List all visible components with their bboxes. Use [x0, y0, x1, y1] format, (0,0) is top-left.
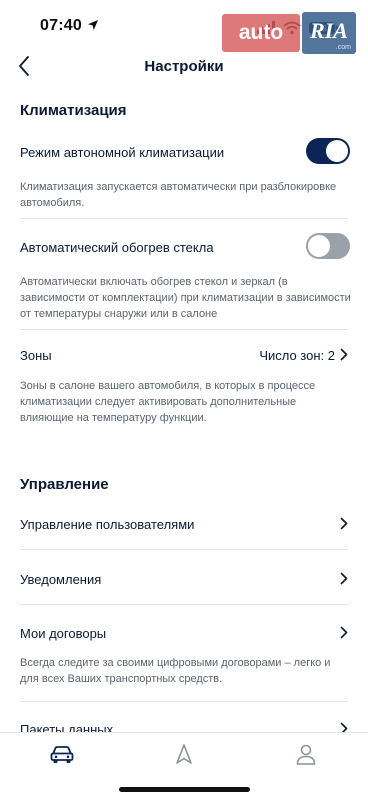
navigation-icon[interactable] — [171, 743, 197, 765]
home-indicator — [119, 787, 250, 792]
chevron-right-icon — [340, 626, 348, 639]
divider — [20, 329, 348, 330]
zones-label: Зоны — [20, 348, 52, 363]
zones-description: Зоны в салоне вашего автомобиля, в котор… — [20, 380, 316, 424]
watermark-auto: auto — [222, 14, 300, 52]
chevron-right-icon — [340, 517, 348, 530]
status-time: 07:40 — [40, 17, 82, 34]
divider — [20, 701, 348, 702]
page-title: Настройки — [144, 58, 224, 75]
autonomous-climate-description: Климатизация запускается автоматически п… — [20, 181, 337, 209]
zones-value: Число зон: 2 — [259, 348, 335, 363]
autonomous-climate-toggle[interactable] — [306, 138, 350, 164]
profile-icon[interactable] — [293, 743, 319, 765]
glass-heating-label: Автоматический обогрев стекла — [20, 240, 214, 255]
autonomous-climate-label: Режим автономной климатизации — [20, 145, 225, 160]
section-title-climate: Климатизация — [20, 102, 127, 119]
glass-heating-toggle[interactable] — [306, 233, 350, 259]
car-icon[interactable] — [49, 743, 75, 765]
watermark-logo: auto RIA .com — [222, 12, 356, 54]
chevron-right-icon — [340, 572, 348, 585]
divider — [20, 604, 348, 605]
divider — [20, 218, 348, 219]
users-label: Управление пользователями — [20, 517, 195, 532]
section-title-management: Управление — [20, 476, 109, 493]
toggle-knob — [326, 140, 348, 162]
nav-bar: Настройки — [0, 54, 368, 80]
contracts-description: Всегда следите за своими цифровыми догов… — [20, 657, 331, 685]
toggle-knob — [308, 235, 330, 257]
location-arrow-icon — [88, 20, 98, 30]
notifications-label: Уведомления — [20, 572, 102, 587]
watermark-ria: RIA .com — [302, 12, 356, 54]
glass-heating-description: Автоматически включать обогрев стекол и … — [20, 276, 351, 320]
contracts-label: Мои договоры — [20, 626, 107, 641]
divider — [20, 549, 348, 550]
chevron-right-icon — [340, 348, 348, 361]
watermark-suffix: .com — [335, 44, 351, 51]
watermark-ria-text: RIA — [310, 18, 348, 43]
